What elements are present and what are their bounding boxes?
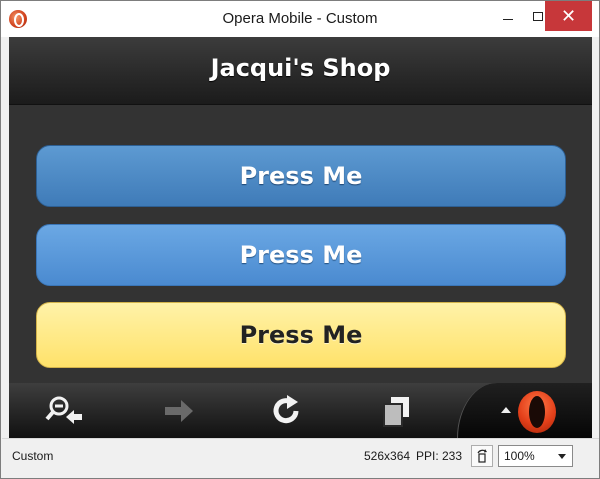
press-me-button-2[interactable]: Press Me — [36, 224, 566, 286]
browser-toolbar — [9, 383, 592, 438]
forward-icon[interactable] — [159, 391, 199, 431]
menu-arrow-icon — [501, 407, 511, 413]
rotate-button[interactable] — [471, 445, 493, 467]
press-me-button-1[interactable]: Press Me — [36, 145, 566, 207]
zoom-value: 100% — [504, 449, 535, 463]
screen-dimensions: 526x364 — [364, 449, 411, 463]
tabs-icon[interactable] — [377, 391, 417, 431]
status-bar: Custom 526x364 PPI: 233 100% — [2, 438, 599, 478]
app-window: Opera Mobile - Custom ✕ Jacqui's Shop Pr… — [0, 0, 600, 479]
page-viewport: Jacqui's Shop Press Me Press Me Press Me — [9, 37, 592, 383]
minimize-icon — [503, 18, 513, 20]
profile-label: Custom — [12, 449, 54, 463]
chevron-down-icon — [558, 454, 566, 459]
close-icon: ✕ — [560, 5, 577, 27]
zoom-select[interactable]: 100% — [498, 445, 573, 467]
close-button[interactable]: ✕ — [545, 1, 592, 31]
zoom-back-icon[interactable] — [44, 391, 84, 431]
opera-menu[interactable] — [457, 383, 592, 438]
page-header: Jacqui's Shop — [9, 37, 592, 105]
opera-menu-icon[interactable] — [518, 391, 556, 433]
maximize-icon — [533, 11, 543, 21]
title-bar: Opera Mobile - Custom ✕ — [1, 1, 599, 37]
page-title: Jacqui's Shop — [210, 54, 391, 82]
reload-icon[interactable] — [267, 391, 307, 431]
ppi-label: PPI: 233 — [416, 449, 463, 463]
page-content: Press Me Press Me Press Me — [9, 105, 592, 383]
rotate-icon — [477, 449, 487, 463]
press-me-button-3[interactable]: Press Me — [36, 302, 566, 368]
